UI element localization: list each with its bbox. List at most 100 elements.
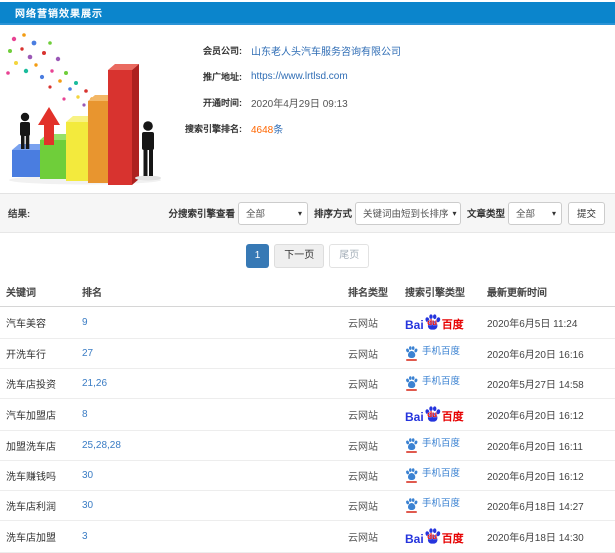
mobile-baidu-text: 手机百度: [422, 346, 461, 358]
table-row: 开洗车行 27 云网站 手机百度 2020年6月20日 16:16: [0, 338, 615, 369]
article-type-select-value: 全部: [515, 209, 535, 220]
rank-cell: 8: [80, 398, 346, 431]
table-row: 洗车赚钱吗 30 云网站 手机百度 2020年6月20日 16:12: [0, 460, 615, 491]
update-time-cell: 2020年6月18日 14:27: [485, 490, 615, 521]
promo-url-link[interactable]: https://www.lrtlsd.com: [251, 71, 348, 82]
growth-bar-chart-illustration: [0, 25, 180, 189]
update-time-cell: 2020年6月20日 16:16: [485, 338, 615, 369]
engine-rank-label: 搜索引擎排名:: [185, 123, 242, 134]
engine-select[interactable]: 全部 ▾: [237, 201, 308, 225]
rank-link[interactable]: 3: [82, 531, 88, 542]
titlebar: 网络营销效果展示: [0, 2, 615, 25]
keyword-ranking-table: 关键词 排名 排名类型 搜索引擎类型 最新更新时间 汽车美容 9 云网站 Bai du 百…: [0, 277, 615, 553]
header-update-time: 最新更新时间: [485, 277, 615, 307]
mobile-baidu-underline: [406, 510, 417, 513]
member-company-field: 会员公司: 山东老人头汽车服务咨询有限公司: [180, 37, 401, 63]
rank-link[interactable]: 9: [82, 317, 88, 328]
page-title: 网络营销效果展示: [15, 9, 103, 20]
mobile-baidu-text: 手机百度: [422, 498, 461, 510]
engine-type-cell: Bai du 百度: [403, 520, 485, 553]
rank-link[interactable]: 8: [82, 409, 88, 420]
rank-type-cell: 云网站: [346, 430, 403, 461]
businessman-left: [20, 112, 30, 149]
engine-type-cell: 手机百度: [403, 430, 485, 461]
sort-filter-label: 排序方式: [313, 209, 352, 220]
baidu-cn-text: 百度: [441, 532, 464, 545]
baidu-du-text: du: [427, 410, 438, 420]
mobile-baidu-logo: 手机百度: [405, 497, 461, 513]
keyword-cell: 洗车店投资: [0, 368, 80, 399]
promo-url-field: 推广地址: https://www.lrtlsd.com: [180, 63, 401, 89]
mobile-baidu-text: 手机百度: [422, 468, 461, 480]
confetti-dots: [6, 33, 100, 111]
update-time-cell: 2020年6月5日 11:24: [485, 306, 615, 339]
update-time-cell: 2020年6月20日 16:12: [485, 460, 615, 491]
engine-type-cell: Bai du 百度: [403, 306, 485, 339]
submit-button[interactable]: 提交: [567, 201, 605, 225]
engine-type-cell: 手机百度: [403, 490, 485, 521]
article-type-select[interactable]: 全部 ▾: [507, 201, 562, 225]
table-header-row: 关键词 排名 排名类型 搜索引擎类型 最新更新时间: [0, 277, 615, 307]
rank-type-cell: 云网站: [346, 306, 403, 339]
next-page-button[interactable]: 下一页: [274, 244, 325, 268]
keyword-cell: 开洗车行: [0, 338, 80, 369]
member-info-panel: 会员公司: 山东老人头汽车服务咨询有限公司 推广地址: https://www.…: [180, 25, 401, 193]
businessman-right: [142, 121, 154, 176]
engine-rank-value: 4648条: [251, 121, 283, 136]
open-time-label: 开通时间:: [203, 97, 242, 108]
mobile-baidu-paw: [405, 467, 418, 483]
caret-down-icon: ▾: [551, 208, 556, 218]
filter-bar: 结果: 分搜索引擎查看 全部 ▾ 排序方式 关键词由短到长排序 ▾ 文章类型 全…: [0, 193, 615, 233]
header-keyword: 关键词: [0, 277, 80, 307]
mobile-baidu-underline: [406, 480, 417, 483]
rank-cell: 27: [80, 338, 346, 369]
mobile-baidu-underline: [406, 450, 417, 453]
rank-link[interactable]: 25,28,28: [82, 440, 121, 451]
rank-type-cell: 云网站: [346, 460, 403, 491]
baidu-paw: du: [424, 527, 441, 545]
update-time-cell: 2020年6月20日 16:12: [485, 398, 615, 431]
engine-type-cell: Bai du 百度: [403, 398, 485, 431]
promo-url-label: 推广地址:: [203, 71, 242, 82]
mobile-baidu-text: 手机百度: [422, 376, 461, 388]
rank-cell: 21,26: [80, 368, 346, 399]
baidu-paw-icon: [406, 467, 418, 480]
last-page-button[interactable]: 尾页: [329, 244, 370, 268]
rank-link[interactable]: 27: [82, 348, 93, 359]
baidu-paw-icon: [406, 345, 418, 358]
sort-select-value: 关键词由短到长排序: [362, 209, 449, 220]
baidu-paw: du: [424, 405, 441, 423]
rank-link[interactable]: 30: [82, 500, 93, 511]
mobile-baidu-paw: [405, 437, 418, 453]
caret-down-icon: ▾: [452, 208, 457, 218]
member-company-link[interactable]: 山东老人头汽车服务咨询有限公司: [251, 43, 401, 58]
rank-type-cell: 云网站: [346, 520, 403, 553]
baidu-logo: Bai du 百度: [405, 313, 464, 332]
result-label: 结果:: [8, 209, 31, 220]
baidu-cn-text: 百度: [441, 318, 464, 331]
engine-type-cell: 手机百度: [403, 460, 485, 491]
rank-link[interactable]: 30: [82, 470, 93, 481]
article-type-label: 文章类型: [466, 209, 505, 220]
table-row: 洗车店利润 30 云网站 手机百度 2020年6月18日 14:27: [0, 490, 615, 521]
rank-cell: 3: [80, 520, 346, 553]
rank-cell: 9: [80, 306, 346, 339]
growth-chart-graphic: [6, 33, 161, 185]
baidu-paw-icon: [406, 375, 418, 388]
sort-select[interactable]: 关键词由短到长排序 ▾: [354, 201, 461, 225]
filter-controls: 分搜索引擎查看 全部 ▾ 排序方式 关键词由短到长排序 ▾ 文章类型 全部 ▾ …: [162, 201, 605, 225]
engine-type-cell: 手机百度: [403, 338, 485, 369]
mobile-baidu-logo: 手机百度: [405, 375, 461, 391]
keyword-cell: 洗车店利润: [0, 490, 80, 521]
baidu-cn-text: 百度: [441, 410, 464, 423]
rank-type-cell: 云网站: [346, 490, 403, 521]
engine-rank-count: 4648: [251, 124, 274, 136]
page-1-button[interactable]: 1: [245, 244, 270, 268]
table-row: 汽车美容 9 云网站 Bai du 百度 2020年6月5日 11:24: [0, 306, 615, 339]
bar-red: [108, 64, 139, 185]
rank-link[interactable]: 21,26: [82, 378, 107, 389]
baidu-bai-text: Bai: [405, 317, 424, 332]
engine-rank-unit: 条: [273, 124, 284, 136]
keyword-cell: 汽车加盟店: [0, 398, 80, 431]
rank-type-cell: 云网站: [346, 338, 403, 369]
